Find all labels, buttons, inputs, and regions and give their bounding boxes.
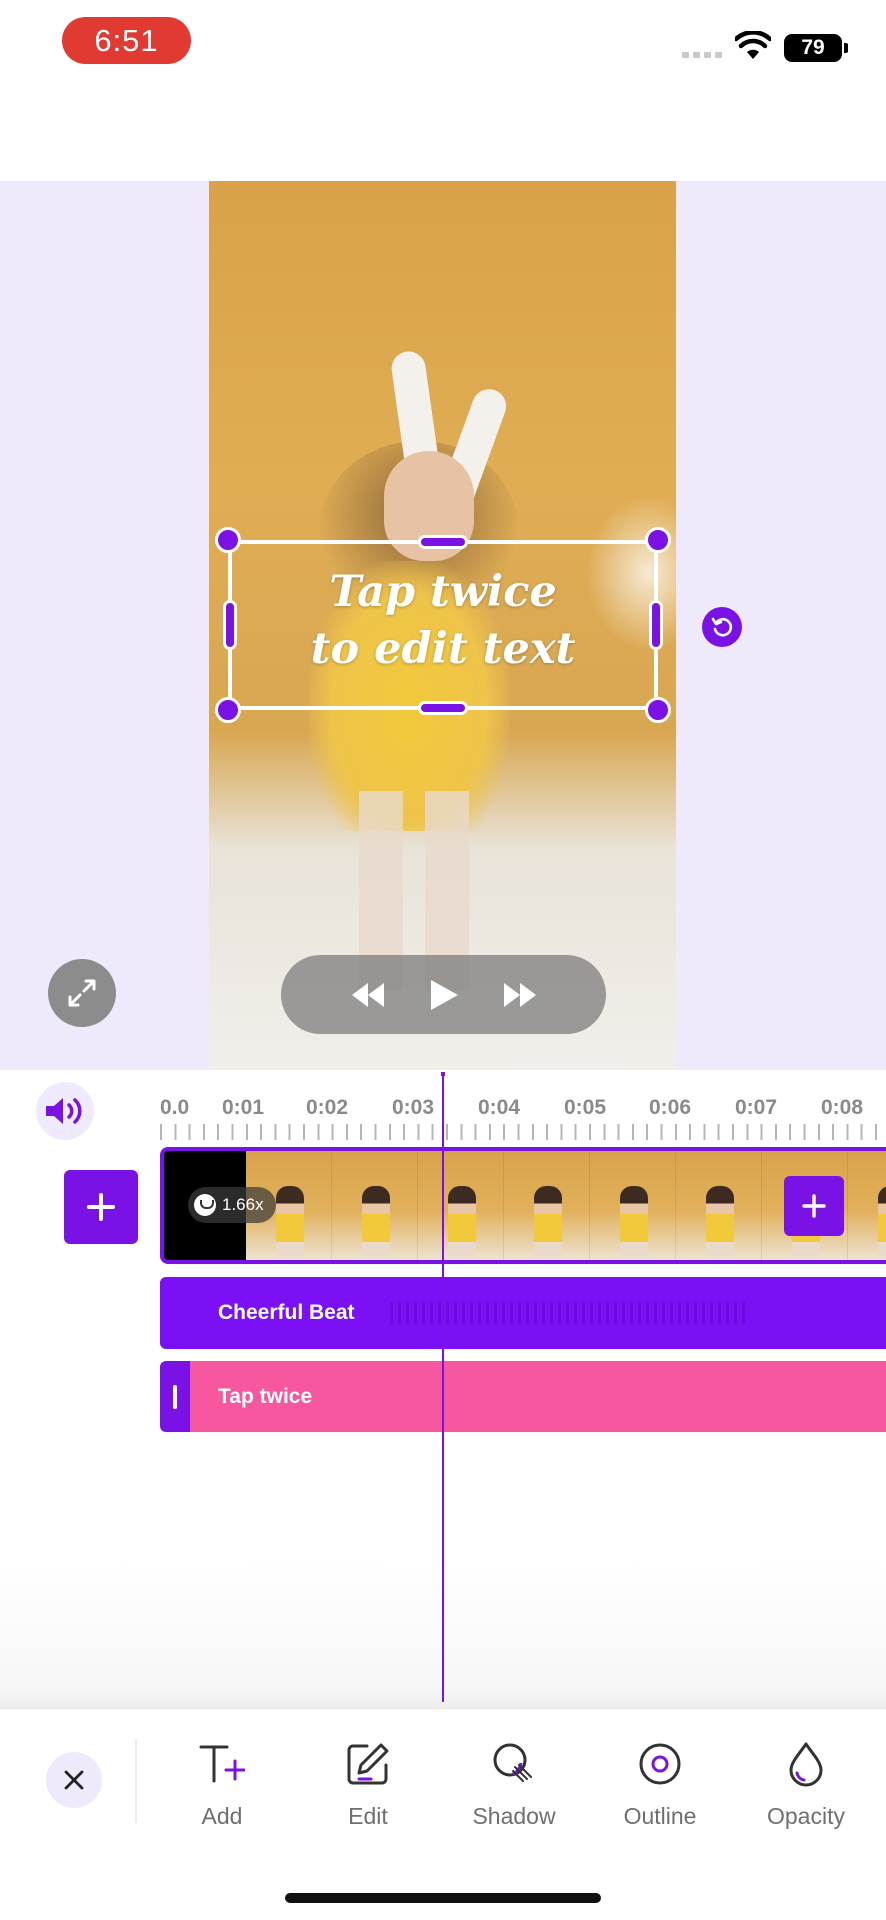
overlay-text-line1: Tap twice [329, 567, 557, 617]
battery-indicator: 79 [784, 34, 848, 62]
opacity-drop-icon [789, 1742, 823, 1787]
tool-opacity[interactable]: Opacity [746, 1739, 866, 1849]
overlay-text[interactable]: Tap twice to edit text [232, 564, 654, 678]
resize-handle-top[interactable] [418, 535, 468, 549]
text-add-icon [199, 1745, 245, 1783]
close-icon [64, 1770, 84, 1790]
edit-pencil-icon [347, 1743, 389, 1785]
tool-opacity-label: Opacity [767, 1803, 845, 1829]
plus-icon [802, 1194, 826, 1218]
ruler-label: 0:04 [478, 1096, 521, 1119]
resize-handle-top-right[interactable] [645, 527, 671, 553]
text-track-trim-handle[interactable] [173, 1385, 177, 1409]
resize-handle-right[interactable] [649, 600, 663, 650]
wifi-icon [735, 31, 771, 59]
video-clip-track[interactable]: 1.66x [160, 1147, 886, 1264]
outline-icon [639, 1743, 681, 1785]
resize-handle-bottom-left[interactable] [215, 697, 241, 723]
resize-handle-bottom-right[interactable] [645, 697, 671, 723]
ruler-label: 0:03 [392, 1096, 435, 1119]
speed-gauge-icon [194, 1194, 216, 1216]
bottom-toolbar: Add Edit Shadow Outline Opacity [0, 1708, 886, 1920]
resize-handle-top-left[interactable] [215, 527, 241, 553]
status-time: 6:51 [62, 17, 191, 64]
overlay-text-line2: to edit text [310, 624, 576, 674]
shadow-icon [493, 1743, 532, 1782]
cellular-signal-icon [682, 52, 722, 58]
tool-add-label: Add [201, 1803, 243, 1829]
ruler-label: 0.0 [160, 1096, 190, 1119]
add-clip-button[interactable] [64, 1170, 138, 1244]
ruler-label: 0:01 [222, 1096, 265, 1119]
time-ruler[interactable]: 0.0 0:01 0:02 0:03 0:04 0:05 0:06 0:07 0… [160, 1096, 886, 1142]
tool-shadow[interactable]: Shadow [454, 1739, 574, 1849]
tool-shadow-label: Shadow [472, 1803, 556, 1829]
tool-outline-label: Outline [623, 1803, 697, 1829]
speed-value: 1.66x [222, 1195, 264, 1214]
ruler-label: 0:05 [564, 1096, 607, 1119]
play-icon[interactable] [428, 978, 460, 1012]
text-track[interactable]: Tap twice [160, 1361, 886, 1432]
text-track-label: Tap twice [218, 1385, 313, 1408]
ruler-label: 0:07 [735, 1096, 778, 1119]
home-indicator[interactable] [285, 1893, 601, 1903]
close-button[interactable] [46, 1752, 102, 1808]
fullscreen-expand-icon[interactable] [48, 959, 116, 1027]
resize-handle-left[interactable] [223, 600, 237, 650]
fast-forward-icon[interactable] [502, 980, 538, 1010]
playback-controls [281, 955, 606, 1034]
resize-handle-bottom[interactable] [418, 701, 468, 715]
ruler-label: 0:06 [649, 1096, 692, 1119]
plus-icon [87, 1193, 115, 1221]
ruler-label: 0:02 [306, 1096, 349, 1119]
rotate-icon[interactable] [702, 607, 742, 647]
volume-icon[interactable] [36, 1082, 94, 1140]
add-transition-button[interactable] [784, 1176, 844, 1236]
rewind-icon[interactable] [350, 980, 386, 1010]
playhead[interactable] [441, 1072, 445, 1702]
tool-add[interactable]: Add [162, 1739, 282, 1849]
speed-badge[interactable]: 1.66x [188, 1187, 276, 1223]
tool-edit[interactable]: Edit [308, 1739, 428, 1849]
audio-track[interactable]: Cheerful Beat [160, 1277, 886, 1349]
text-overlay-box[interactable]: Tap twice to edit text [215, 527, 671, 723]
tool-outline[interactable]: Outline [600, 1739, 720, 1849]
audio-track-label: Cheerful Beat [218, 1301, 355, 1324]
tool-edit-label: Edit [348, 1803, 388, 1829]
ruler-label: 0:08 [821, 1096, 864, 1119]
